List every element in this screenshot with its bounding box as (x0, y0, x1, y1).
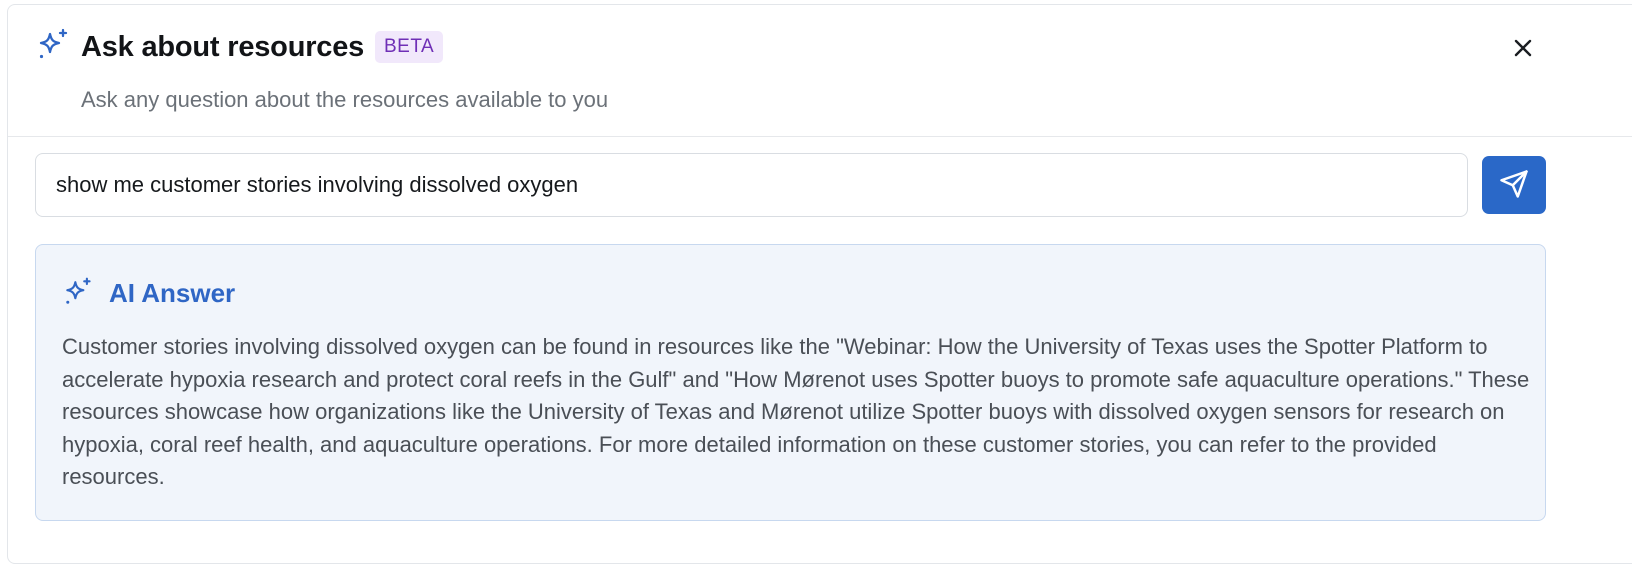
ai-answer-card: AI Answer Customer stories involving dis… (35, 244, 1546, 521)
close-icon (1513, 38, 1533, 63)
question-input[interactable] (35, 153, 1468, 217)
send-button[interactable] (1482, 156, 1546, 214)
dialog-subtitle: Ask any question about the resources ava… (81, 87, 609, 112)
close-button[interactable] (1505, 32, 1541, 68)
answer-text: Customer stories involving dissolved oxy… (62, 334, 1530, 490)
sparkles-icon (62, 276, 94, 308)
dialog-header: Ask about resources BETA Ask any questio… (8, 5, 1632, 137)
dialog-title: Ask about resources (81, 31, 365, 63)
beta-badge: BETA (375, 31, 444, 63)
sparkles-icon (35, 27, 71, 63)
paper-plane-icon (1499, 169, 1529, 202)
ask-resources-dialog: Ask about resources BETA Ask any questio… (7, 4, 1632, 564)
answer-title: AI Answer (109, 278, 236, 308)
